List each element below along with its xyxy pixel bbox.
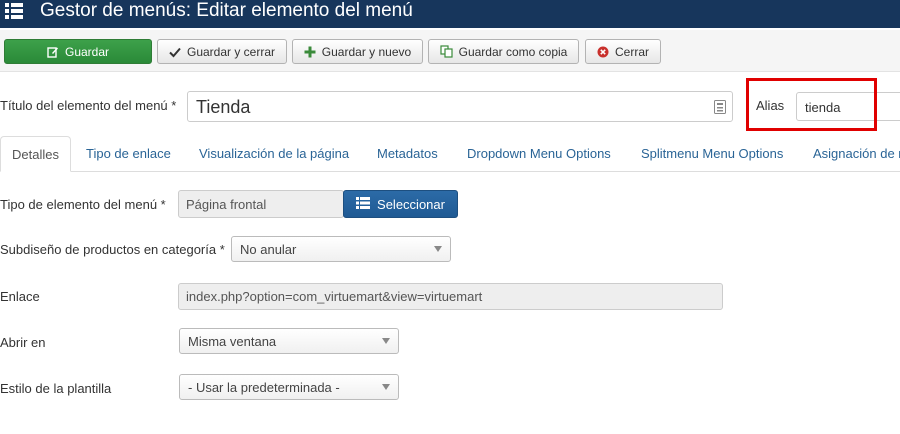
list-icon bbox=[5, 2, 27, 20]
chevron-down-icon bbox=[382, 338, 390, 344]
menu-item-type-label: Tipo de elemento del menú * bbox=[0, 197, 166, 212]
chevron-down-icon bbox=[434, 246, 442, 252]
save-button[interactable]: Guardar bbox=[4, 39, 152, 64]
tab-bar: Detalles Tipo de enlace Visualización de… bbox=[0, 136, 900, 172]
tab-details[interactable]: Detalles bbox=[0, 136, 71, 172]
editor-toggle-icon[interactable] bbox=[714, 100, 726, 114]
menu-item-type-field: Página frontal bbox=[178, 190, 344, 218]
subdesign-value: No anular bbox=[240, 241, 297, 257]
chevron-down-icon bbox=[382, 384, 390, 390]
title-input[interactable]: Tienda bbox=[187, 91, 733, 122]
tab-link-type[interactable]: Tipo de enlace bbox=[86, 136, 171, 172]
title-bar: Gestor de menús: Editar elemento del men… bbox=[0, 0, 900, 28]
save-new-button[interactable]: Guardar y nuevo bbox=[292, 39, 423, 64]
open-in-value: Misma ventana bbox=[188, 333, 277, 349]
save-new-label: Guardar y nuevo bbox=[321, 44, 412, 59]
title-label: Título del elemento del menú * bbox=[0, 98, 177, 113]
open-in-select[interactable]: Misma ventana bbox=[179, 328, 399, 354]
save-close-button[interactable]: Guardar y cerrar bbox=[157, 39, 287, 64]
title-value: Tienda bbox=[196, 97, 251, 117]
alias-highlight-box bbox=[746, 78, 877, 131]
link-value: index.php?option=com_virtuemart&view=vir… bbox=[186, 289, 483, 304]
save-copy-button[interactable]: Guardar como copia bbox=[428, 39, 579, 64]
tab-splitmenu-menu-options[interactable]: Splitmenu Menu Options bbox=[641, 136, 783, 172]
save-copy-label: Guardar como copia bbox=[458, 44, 568, 59]
tab-dropdown-menu-options[interactable]: Dropdown Menu Options bbox=[467, 136, 611, 172]
tab-metadata[interactable]: Metadatos bbox=[377, 136, 438, 172]
save-button-label: Guardar bbox=[64, 44, 110, 59]
select-button[interactable]: Seleccionar bbox=[343, 190, 458, 218]
toolbar: Guardar Guardar y cerrar Guardar y nuevo… bbox=[0, 30, 900, 72]
page-title: Gestor de menús: Editar elemento del men… bbox=[40, 0, 413, 21]
plus-icon bbox=[304, 46, 316, 58]
template-style-value: - Usar la predeterminada - bbox=[188, 379, 340, 395]
template-style-label: Estilo de la plantilla bbox=[0, 381, 112, 396]
tab-page-display[interactable]: Visualización de la página bbox=[199, 136, 349, 172]
link-field: index.php?option=com_virtuemart&view=vir… bbox=[178, 283, 723, 310]
select-button-label: Seleccionar bbox=[377, 196, 445, 212]
close-button-label: Cerrar bbox=[614, 44, 649, 59]
list-icon bbox=[356, 196, 371, 212]
close-circle-icon bbox=[597, 46, 609, 58]
subdesign-select[interactable]: No anular bbox=[231, 236, 451, 262]
check-icon bbox=[169, 46, 181, 58]
template-style-select[interactable]: - Usar la predeterminada - bbox=[179, 374, 399, 400]
link-label: Enlace bbox=[0, 289, 40, 304]
save-close-label: Guardar y cerrar bbox=[186, 44, 276, 59]
edit-icon bbox=[47, 46, 59, 58]
open-in-label: Abrir en bbox=[0, 335, 46, 350]
subdesign-label: Subdiseño de productos en categoría * bbox=[0, 242, 225, 257]
tab-assignment[interactable]: Asignación de m bbox=[813, 136, 900, 172]
menu-item-type-value: Página frontal bbox=[186, 196, 267, 212]
copy-icon bbox=[440, 45, 453, 58]
close-button[interactable]: Cerrar bbox=[585, 39, 661, 64]
